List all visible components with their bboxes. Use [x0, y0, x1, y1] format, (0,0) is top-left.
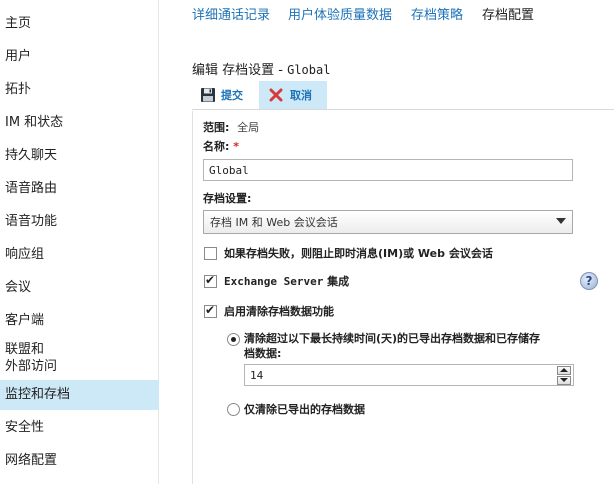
close-icon [269, 88, 283, 102]
days-increment-button[interactable] [557, 366, 571, 375]
archive-settings-select[interactable]: 存档 IM 和 Web 会议会话 [203, 210, 573, 234]
purge-older-label-line1: 清除超过以下最长持续时间(天)的已导出存档数据和已存储存 [244, 332, 541, 345]
purge-older-label-line2: 档数据: [244, 347, 282, 360]
block-on-failure-checkbox[interactable] [204, 247, 217, 260]
archive-settings-value: 存档 IM 和 Web 会议会话 [210, 216, 338, 229]
chevron-up-icon [560, 368, 568, 372]
exchange-integration-checkbox[interactable] [204, 273, 217, 288]
purge-older-radio[interactable] [227, 333, 240, 346]
archive-settings-label: 存档设置: [203, 192, 252, 205]
page-title-name: Global [287, 63, 331, 77]
sidebar-item-voice-features[interactable]: 语音功能 [0, 214, 159, 230]
sidebar-item-home[interactable]: 主页 [0, 16, 159, 32]
chevron-down-icon [560, 378, 568, 382]
exchange-integration-label: Exchange Server 集成 [224, 274, 349, 289]
scope-row: 范围: 全局 [203, 119, 259, 135]
name-label-row: 名称: * [203, 138, 239, 154]
chevron-down-icon [556, 218, 566, 224]
days-decrement-button[interactable] [557, 376, 571, 385]
tab-call-detail-recording[interactable]: 详细通话记录 [192, 8, 270, 24]
sidebar: 主页 用户 拓扑 IM 和状态 持久聊天 语音路由 语音功能 响应组 会议 客户… [0, 0, 159, 484]
toolbar: 提交 取消 [192, 80, 614, 110]
cancel-label: 取消 [290, 89, 312, 102]
enable-purge-checkbox[interactable] [204, 303, 217, 318]
help-icon[interactable]: ? [580, 272, 598, 290]
purge-older-label: 清除超过以下最长持续时间(天)的已导出存档数据和已存储存 档数据: [244, 331, 579, 361]
commit-label: 提交 [221, 89, 243, 102]
tab-archiving-configuration[interactable]: 存档配置 [482, 8, 534, 24]
tab-quality-of-experience[interactable]: 用户体验质量数据 [288, 8, 392, 24]
commit-button[interactable]: 提交 [200, 81, 256, 109]
page-title-prefix: 编辑 存档设置 - [192, 63, 288, 78]
save-icon [201, 88, 215, 102]
sidebar-item-label: 联盟和 [5, 342, 45, 357]
purge-exported-only-label: 仅清除已导出的存档数据 [244, 403, 365, 416]
sidebar-item-response-groups[interactable]: 响应组 [0, 247, 159, 263]
cancel-button[interactable]: 取消 [259, 81, 327, 109]
purge-exported-only-radio[interactable] [227, 403, 240, 416]
name-label: 名称: [203, 140, 230, 153]
page-title: 编辑 存档设置 - Global [192, 59, 330, 78]
enable-purge-label: 启用清除存档数据功能 [224, 305, 334, 318]
sidebar-item-persistent-chat[interactable]: 持久聊天 [0, 148, 159, 164]
block-on-failure-label: 如果存档失败，则阻止即时消息(IM)或 Web 会议会话 [224, 247, 493, 260]
scope-value: 全局 [237, 121, 260, 134]
sidebar-item-im-presence[interactable]: IM 和状态 [0, 115, 159, 131]
sidebar-item-users[interactable]: 用户 [0, 49, 159, 65]
required-mark: * [233, 140, 240, 153]
tab-archiving-policy[interactable]: 存档策略 [411, 8, 463, 24]
sidebar-item-voice-routing[interactable]: 语音路由 [0, 181, 159, 197]
name-field[interactable]: Global [203, 159, 573, 181]
exchange-label-rest: 集成 [323, 275, 350, 288]
sidebar-item-network-config[interactable]: 网络配置 [0, 453, 159, 469]
sidebar-item-federation[interactable]: 联盟和 外部访问 [0, 341, 159, 375]
sidebar-item-topology[interactable]: 拓扑 [0, 82, 159, 98]
sidebar-item-label: 外部访问 [5, 359, 58, 374]
exchange-label-bold: Exchange Server [224, 275, 324, 288]
sidebar-item-clients[interactable]: 客户端 [0, 313, 159, 329]
sidebar-item-security[interactable]: 安全性 [0, 420, 159, 436]
purge-days-field[interactable]: 14 [244, 364, 574, 386]
sidebar-item-monitoring-archiving[interactable]: 监控和存档 [0, 380, 159, 410]
scope-label: 范围: [203, 121, 230, 134]
sidebar-item-conferencing[interactable]: 会议 [0, 280, 159, 296]
